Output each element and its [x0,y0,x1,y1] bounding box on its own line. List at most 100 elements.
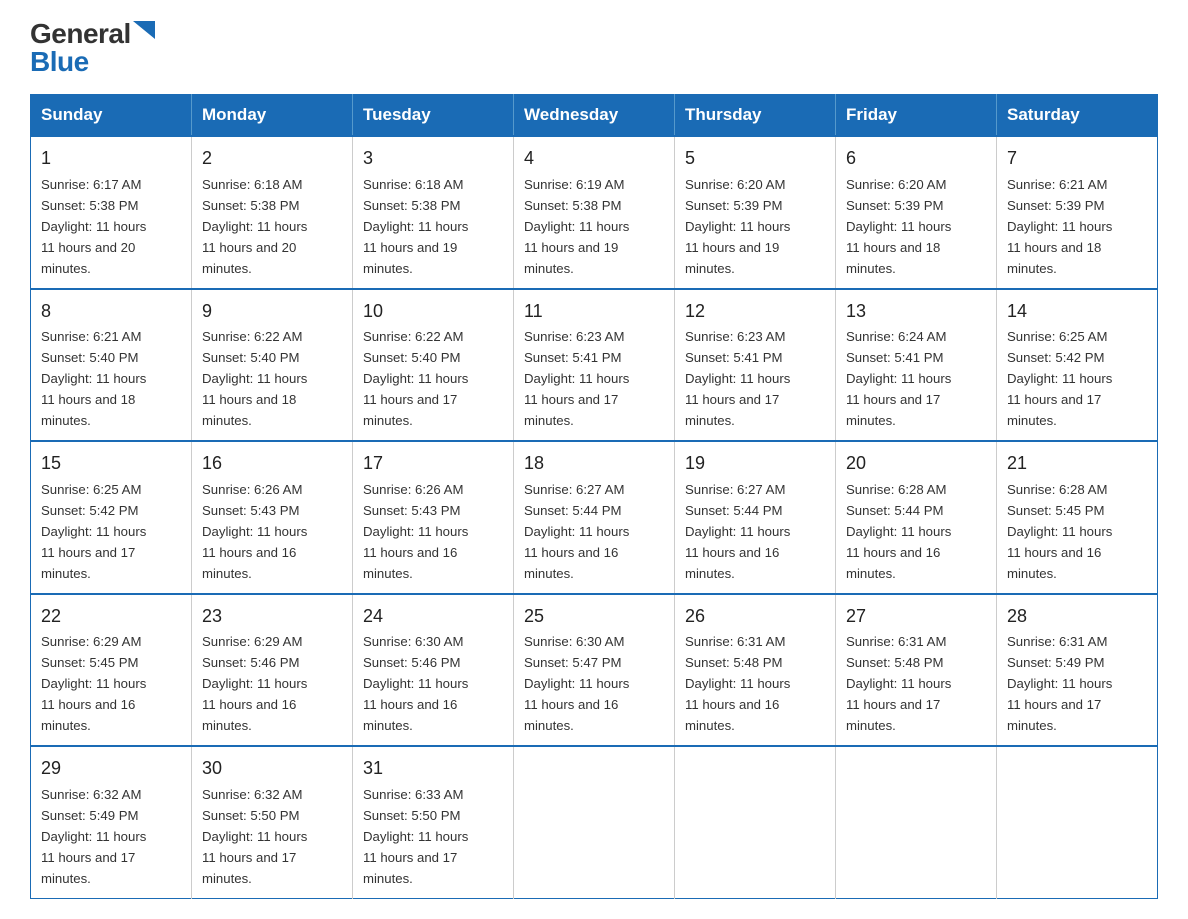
calendar-header-row: SundayMondayTuesdayWednesdayThursdayFrid… [31,95,1158,137]
day-number: 23 [202,603,342,631]
calendar-cell [836,746,997,898]
calendar-cell: 10 Sunrise: 6:22 AMSunset: 5:40 PMDaylig… [353,289,514,442]
day-info: Sunrise: 6:32 AMSunset: 5:50 PMDaylight:… [202,787,307,886]
day-info: Sunrise: 6:31 AMSunset: 5:48 PMDaylight:… [685,634,790,733]
calendar-header-thursday: Thursday [675,95,836,137]
calendar-cell: 8 Sunrise: 6:21 AMSunset: 5:40 PMDayligh… [31,289,192,442]
day-info: Sunrise: 6:23 AMSunset: 5:41 PMDaylight:… [524,329,629,428]
calendar-cell: 9 Sunrise: 6:22 AMSunset: 5:40 PMDayligh… [192,289,353,442]
calendar-table: SundayMondayTuesdayWednesdayThursdayFrid… [30,94,1158,899]
day-info: Sunrise: 6:20 AMSunset: 5:39 PMDaylight:… [846,177,951,276]
logo: General Blue [30,20,155,76]
calendar-cell [514,746,675,898]
day-info: Sunrise: 6:28 AMSunset: 5:44 PMDaylight:… [846,482,951,581]
day-number: 26 [685,603,825,631]
day-info: Sunrise: 6:23 AMSunset: 5:41 PMDaylight:… [685,329,790,428]
day-info: Sunrise: 6:17 AMSunset: 5:38 PMDaylight:… [41,177,146,276]
day-number: 27 [846,603,986,631]
calendar-cell: 30 Sunrise: 6:32 AMSunset: 5:50 PMDaylig… [192,746,353,898]
day-info: Sunrise: 6:26 AMSunset: 5:43 PMDaylight:… [202,482,307,581]
day-info: Sunrise: 6:30 AMSunset: 5:46 PMDaylight:… [363,634,468,733]
day-number: 28 [1007,603,1147,631]
day-number: 20 [846,450,986,478]
day-info: Sunrise: 6:21 AMSunset: 5:40 PMDaylight:… [41,329,146,428]
day-info: Sunrise: 6:31 AMSunset: 5:49 PMDaylight:… [1007,634,1112,733]
calendar-cell: 16 Sunrise: 6:26 AMSunset: 5:43 PMDaylig… [192,441,353,594]
calendar-cell: 23 Sunrise: 6:29 AMSunset: 5:46 PMDaylig… [192,594,353,747]
day-info: Sunrise: 6:22 AMSunset: 5:40 PMDaylight:… [363,329,468,428]
calendar-cell: 7 Sunrise: 6:21 AMSunset: 5:39 PMDayligh… [997,136,1158,289]
day-number: 1 [41,145,181,173]
calendar-cell: 26 Sunrise: 6:31 AMSunset: 5:48 PMDaylig… [675,594,836,747]
day-number: 11 [524,298,664,326]
day-info: Sunrise: 6:21 AMSunset: 5:39 PMDaylight:… [1007,177,1112,276]
calendar-cell: 20 Sunrise: 6:28 AMSunset: 5:44 PMDaylig… [836,441,997,594]
day-number: 12 [685,298,825,326]
day-number: 5 [685,145,825,173]
day-number: 17 [363,450,503,478]
calendar-cell: 3 Sunrise: 6:18 AMSunset: 5:38 PMDayligh… [353,136,514,289]
day-number: 14 [1007,298,1147,326]
page-header: General Blue [30,20,1158,76]
day-info: Sunrise: 6:25 AMSunset: 5:42 PMDaylight:… [1007,329,1112,428]
day-number: 16 [202,450,342,478]
day-number: 7 [1007,145,1147,173]
calendar-cell: 29 Sunrise: 6:32 AMSunset: 5:49 PMDaylig… [31,746,192,898]
day-info: Sunrise: 6:27 AMSunset: 5:44 PMDaylight:… [524,482,629,581]
calendar-cell: 18 Sunrise: 6:27 AMSunset: 5:44 PMDaylig… [514,441,675,594]
day-info: Sunrise: 6:27 AMSunset: 5:44 PMDaylight:… [685,482,790,581]
calendar-cell: 5 Sunrise: 6:20 AMSunset: 5:39 PMDayligh… [675,136,836,289]
day-number: 22 [41,603,181,631]
calendar-cell: 19 Sunrise: 6:27 AMSunset: 5:44 PMDaylig… [675,441,836,594]
calendar-cell: 28 Sunrise: 6:31 AMSunset: 5:49 PMDaylig… [997,594,1158,747]
calendar-cell: 14 Sunrise: 6:25 AMSunset: 5:42 PMDaylig… [997,289,1158,442]
day-number: 8 [41,298,181,326]
calendar-cell [675,746,836,898]
calendar-header-friday: Friday [836,95,997,137]
calendar-cell: 13 Sunrise: 6:24 AMSunset: 5:41 PMDaylig… [836,289,997,442]
day-info: Sunrise: 6:31 AMSunset: 5:48 PMDaylight:… [846,634,951,733]
calendar-cell: 22 Sunrise: 6:29 AMSunset: 5:45 PMDaylig… [31,594,192,747]
day-number: 10 [363,298,503,326]
calendar-cell: 15 Sunrise: 6:25 AMSunset: 5:42 PMDaylig… [31,441,192,594]
calendar-cell: 2 Sunrise: 6:18 AMSunset: 5:38 PMDayligh… [192,136,353,289]
calendar-cell: 31 Sunrise: 6:33 AMSunset: 5:50 PMDaylig… [353,746,514,898]
calendar-header-saturday: Saturday [997,95,1158,137]
calendar-cell: 4 Sunrise: 6:19 AMSunset: 5:38 PMDayligh… [514,136,675,289]
day-number: 29 [41,755,181,783]
calendar-header-sunday: Sunday [31,95,192,137]
day-number: 31 [363,755,503,783]
day-number: 13 [846,298,986,326]
day-info: Sunrise: 6:24 AMSunset: 5:41 PMDaylight:… [846,329,951,428]
calendar-cell: 17 Sunrise: 6:26 AMSunset: 5:43 PMDaylig… [353,441,514,594]
logo-general: General [30,20,131,48]
calendar-header-wednesday: Wednesday [514,95,675,137]
calendar-cell: 6 Sunrise: 6:20 AMSunset: 5:39 PMDayligh… [836,136,997,289]
calendar-cell: 25 Sunrise: 6:30 AMSunset: 5:47 PMDaylig… [514,594,675,747]
day-info: Sunrise: 6:26 AMSunset: 5:43 PMDaylight:… [363,482,468,581]
day-info: Sunrise: 6:20 AMSunset: 5:39 PMDaylight:… [685,177,790,276]
day-info: Sunrise: 6:32 AMSunset: 5:49 PMDaylight:… [41,787,146,886]
calendar-cell: 21 Sunrise: 6:28 AMSunset: 5:45 PMDaylig… [997,441,1158,594]
calendar-week-row: 29 Sunrise: 6:32 AMSunset: 5:49 PMDaylig… [31,746,1158,898]
day-info: Sunrise: 6:28 AMSunset: 5:45 PMDaylight:… [1007,482,1112,581]
day-number: 24 [363,603,503,631]
day-number: 2 [202,145,342,173]
day-info: Sunrise: 6:22 AMSunset: 5:40 PMDaylight:… [202,329,307,428]
day-number: 9 [202,298,342,326]
logo-triangle-icon [133,21,155,39]
day-number: 18 [524,450,664,478]
calendar-header-tuesday: Tuesday [353,95,514,137]
day-number: 30 [202,755,342,783]
day-info: Sunrise: 6:18 AMSunset: 5:38 PMDaylight:… [363,177,468,276]
calendar-week-row: 8 Sunrise: 6:21 AMSunset: 5:40 PMDayligh… [31,289,1158,442]
calendar-cell [997,746,1158,898]
day-info: Sunrise: 6:19 AMSunset: 5:38 PMDaylight:… [524,177,629,276]
calendar-week-row: 15 Sunrise: 6:25 AMSunset: 5:42 PMDaylig… [31,441,1158,594]
day-info: Sunrise: 6:29 AMSunset: 5:45 PMDaylight:… [41,634,146,733]
day-number: 15 [41,450,181,478]
day-info: Sunrise: 6:29 AMSunset: 5:46 PMDaylight:… [202,634,307,733]
day-number: 25 [524,603,664,631]
calendar-header-monday: Monday [192,95,353,137]
day-number: 21 [1007,450,1147,478]
